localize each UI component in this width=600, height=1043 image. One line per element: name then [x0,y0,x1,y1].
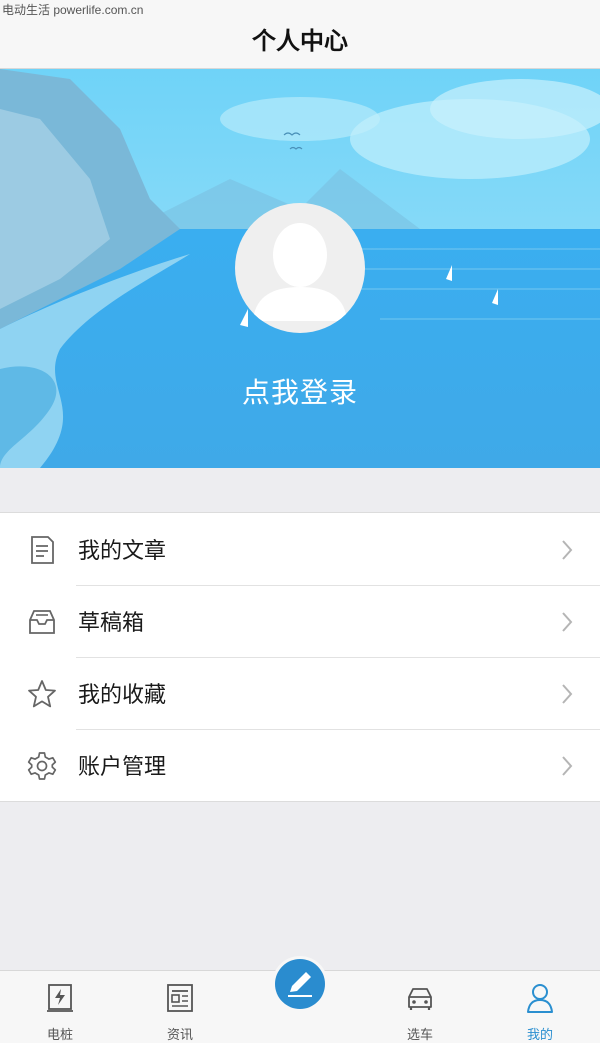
chevron-right-icon [562,612,573,632]
menu-item-my-articles[interactable]: 我的文章 [0,513,600,585]
watermark: 电动生活 powerlife.com.cn [2,3,144,17]
user-icon [527,984,553,1013]
gear-icon [27,752,57,780]
menu-list: 我的文章 草稿箱 我的收藏 账户管理 [0,512,600,802]
menu-item-favorites[interactable]: 我的收藏 [0,657,600,729]
publish-button[interactable] [275,959,325,1009]
tab-label: 电桩 [46,1028,73,1043]
pencil-publish-icon [288,972,312,997]
profile-banner: 点我登录 [0,69,600,468]
menu-item-label: 草稿箱 [78,611,145,636]
menu-item-label: 账户管理 [78,755,167,780]
car-icon [408,988,432,1010]
tab-label: 资讯 [166,1028,193,1043]
avatar[interactable] [235,203,365,333]
chevron-right-icon [562,540,573,560]
chevron-right-icon [562,756,573,776]
page-title: 个人中心 [252,26,348,55]
tab-label: 选车 [406,1028,433,1043]
login-button[interactable]: 点我登录 [0,371,600,411]
drafts-tray-icon [29,610,55,634]
tab-news[interactable]: 资讯 [120,971,240,1043]
bottom-tab-bar: 电桩 资讯 选车 我的 [0,959,600,1043]
tab-choose-car[interactable]: 选车 [360,971,480,1043]
article-icon [31,536,54,564]
chevron-right-icon [562,684,573,704]
tab-mine[interactable]: 我的 [480,971,600,1043]
tab-charging-pile[interactable]: 电桩 [0,971,120,1043]
tab-label: 我的 [526,1028,553,1043]
news-icon [167,984,193,1012]
star-icon [28,680,56,708]
menu-item-label: 我的收藏 [78,683,167,708]
menu-item-account[interactable]: 账户管理 [0,729,600,801]
default-avatar-icon [253,223,347,321]
menu-item-label: 我的文章 [78,539,167,564]
charging-pile-icon [47,984,73,1012]
menu-item-drafts[interactable]: 草稿箱 [0,585,600,657]
